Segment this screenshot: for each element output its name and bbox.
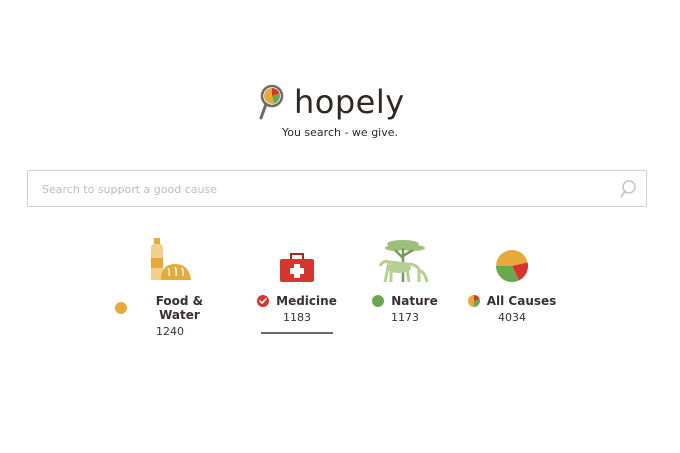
search-box xyxy=(27,170,647,208)
page: hopely You search - we give. Search to s… xyxy=(0,0,680,453)
cause-count: 1173 xyxy=(391,311,419,324)
cause-count: 1240 xyxy=(156,325,184,338)
cause-nature[interactable]: Nature 1173 xyxy=(350,234,460,324)
pie-icon xyxy=(457,234,567,284)
first-aid-kit-icon xyxy=(242,234,352,284)
selected-underline xyxy=(261,332,333,334)
check-icon xyxy=(257,295,270,307)
search-input[interactable] xyxy=(40,171,604,208)
bread-bottle-icon xyxy=(115,234,225,284)
cause-label: Nature xyxy=(391,294,438,308)
cause-label: Food & Water xyxy=(155,294,204,322)
tagline: You search - we give. xyxy=(281,126,399,139)
magnifier-pie-icon xyxy=(258,80,286,128)
mini-pie-icon xyxy=(467,295,480,307)
cause-food-water[interactable]: Food & Water 1240 xyxy=(115,234,225,338)
cause-dot xyxy=(372,295,385,307)
cause-all[interactable]: All Causes 4034 xyxy=(457,234,567,324)
cause-count: 1183 xyxy=(283,311,311,324)
cheetah-tree-icon xyxy=(350,234,460,284)
brand-name: hopely xyxy=(294,83,405,121)
cause-medicine[interactable]: Medicine 1183 xyxy=(242,234,352,324)
logo[interactable]: hopely xyxy=(258,82,405,126)
cause-label: All Causes xyxy=(486,294,557,308)
cause-label: Medicine xyxy=(276,294,337,308)
cause-dot xyxy=(115,302,127,314)
search-icon[interactable] xyxy=(618,179,638,199)
cause-count: 4034 xyxy=(498,311,526,324)
